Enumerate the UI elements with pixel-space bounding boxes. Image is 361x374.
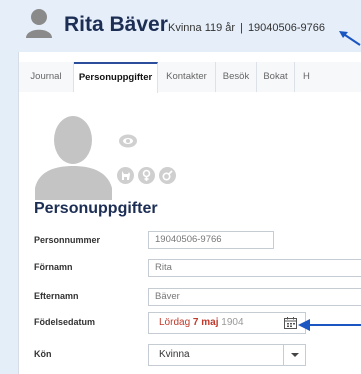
fodelsedatum-field[interactable]: Lördag 7 maj 1904 <box>148 312 306 334</box>
chevron-down-icon[interactable] <box>283 345 305 365</box>
kon-selected-value: Kvinna <box>159 349 190 360</box>
dog-icon[interactable] <box>117 167 134 184</box>
section-title: Personuppgifter <box>34 200 158 217</box>
date-weekday: Lördag <box>159 317 191 328</box>
tab-bar: Journal Personuppgifter Kontakter Besök … <box>19 62 361 93</box>
header-personnummer: 19040506-9766 <box>247 22 326 34</box>
tab-more[interactable]: H <box>295 62 361 92</box>
patient-photo-placeholder <box>35 116 112 200</box>
female-symbol-icon[interactable] <box>138 167 155 184</box>
personnummer-field[interactable]: 19040506-9766 <box>148 231 274 249</box>
fornamn-field[interactable]: Rita <box>148 259 361 277</box>
annotation-arrow-icon <box>298 319 361 331</box>
efternamn-field[interactable]: Bäver <box>148 288 361 306</box>
kon-label: Kön <box>34 349 52 359</box>
patient-header: Rita Bäver Kvinna 119 år | 19040506-9766 <box>0 0 361 50</box>
date-day-month: 7 maj <box>192 317 219 328</box>
tab-bokat[interactable]: Bokat <box>257 62 295 92</box>
eye-icon[interactable] <box>119 134 137 148</box>
person-avatar-icon <box>26 9 52 38</box>
fodelsedatum-label: Födelsedatum <box>34 317 96 327</box>
tab-personuppgifter[interactable]: Personuppgifter <box>74 62 158 93</box>
fornamn-label: Förnamn <box>34 262 73 272</box>
tab-kontakter[interactable]: Kontakter <box>158 62 216 92</box>
separator: | <box>240 22 243 34</box>
calendar-icon[interactable] <box>284 317 297 329</box>
efternamn-label: Efternamn <box>34 291 79 301</box>
tab-besok[interactable]: Besök <box>216 62 257 92</box>
annotation-arrow-icon <box>339 31 361 46</box>
patient-name: Rita Bäver <box>64 13 168 36</box>
gender-age: Kvinna 119 år <box>168 22 236 34</box>
tab-journal[interactable]: Journal <box>19 62 74 92</box>
date-year: 1904 <box>221 317 244 328</box>
male-symbol-icon[interactable] <box>159 167 176 184</box>
kon-select[interactable]: Kvinna <box>148 344 306 366</box>
personnummer-label: Personnummer <box>34 235 101 245</box>
patient-summary: Kvinna 119 år | 19040506-9766 <box>168 22 325 34</box>
